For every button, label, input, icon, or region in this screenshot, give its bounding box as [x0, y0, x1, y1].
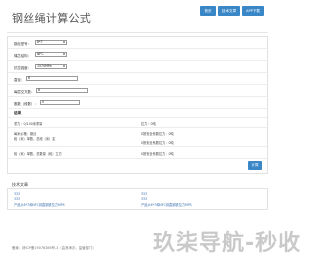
footer: 备案：琼ICP备19076386号-3（由其承办，监管部门）: [12, 245, 96, 250]
wire-model-select[interactable]: 6*7 ▼: [35, 40, 67, 45]
field-label: 股数（段数）：: [14, 102, 38, 106]
nav-app-button[interactable]: APP下载: [242, 6, 264, 16]
row-divider: [8, 158, 267, 159]
page-title: 钢丝绳计算公式: [12, 12, 92, 25]
row-divider: [8, 127, 267, 128]
row-divider: [8, 108, 267, 109]
layer-cross-input[interactable]: 8: [36, 88, 88, 93]
field-value: 0: [42, 100, 45, 104]
field-value: 8: [38, 88, 41, 92]
watermark: 玖柒导航-秒收: [153, 231, 302, 256]
header-divider: [7, 32, 268, 33]
chevron-down-icon: ▼: [63, 65, 65, 68]
field-label: 钢丝型号：: [14, 42, 31, 46]
row-divider: [8, 117, 267, 118]
field-label: 直径：: [14, 78, 25, 82]
tensile-strength-select[interactable]: 1570MPa ▼: [35, 64, 67, 69]
field-value: 1570MPa: [37, 64, 52, 68]
field-label: 抗拉强度：: [14, 66, 31, 70]
form-row: 每层交叉数： 8: [8, 85, 267, 96]
field-value: 6*7: [37, 40, 43, 44]
result-right: 0按安全系数拉力：0吨: [141, 152, 174, 156]
calculator-panel: 钢丝型号： 6*7 ▼ 绳芯结构： NFC ▼ 抗拉强度： 1570MPa ▼ …: [7, 36, 268, 174]
nav-articles-button[interactable]: 技术文章: [218, 6, 240, 16]
field-value: 6: [28, 76, 31, 80]
article-link[interactable]: 333: [14, 197, 20, 201]
result-left: 重力：0/100米重量: [14, 122, 43, 126]
result-right: 拉力：0吨: [141, 122, 156, 126]
form-row: 绳芯结构： NFC ▼: [8, 49, 267, 60]
chevron-down-icon: ▼: [63, 41, 65, 44]
form-row: 股数（段数）： 0: [8, 97, 267, 108]
article-link[interactable]: 333: [141, 192, 147, 196]
chevron-down-icon: ▼: [63, 53, 65, 56]
footer-text: 备案：琼ICP备19076386号-3（由其承办，监管部门）: [12, 246, 96, 250]
result-right: 0按安全系数拉力：0吨: [141, 141, 174, 145]
tech-articles-panel: 333 333 产品从6*7和NFC到直钢铁拉力MPS 333 333 产品从6…: [7, 188, 268, 210]
article-link[interactable]: 产品从6*7和NFC到直钢铁拉力MPS: [14, 202, 65, 207]
form-row: 抗拉强度： 1570MPa ▼: [8, 61, 267, 72]
result-right: 0按安全系数拉力：0吨: [141, 132, 174, 136]
result-left: 段（米）单数，总数量（段）立方: [14, 152, 62, 156]
article-link[interactable]: 333: [141, 197, 147, 201]
form-row: 直径： 6: [8, 73, 267, 84]
field-value: NFC: [37, 52, 44, 56]
field-label: 绳芯结构：: [14, 54, 31, 58]
calculate-button[interactable]: 计算: [248, 161, 262, 170]
form-row: 钢丝型号： 6*7 ▼: [8, 37, 267, 48]
diameter-input[interactable]: 6: [26, 76, 78, 81]
field-label: 每层交叉数：: [14, 90, 35, 94]
row-divider: [8, 146, 267, 147]
core-structure-select[interactable]: NFC ▼: [35, 52, 67, 57]
strand-count-input[interactable]: 0: [40, 100, 80, 105]
nav-home-button[interactable]: 首页: [200, 6, 216, 16]
results-heading: 结果: [14, 111, 22, 115]
result-left: 段（米）单数，总段（米）定: [14, 137, 56, 141]
article-link[interactable]: 333: [14, 192, 20, 196]
article-link[interactable]: 产品从6*7和NFC到直钢铁拉力MPS: [141, 202, 192, 207]
